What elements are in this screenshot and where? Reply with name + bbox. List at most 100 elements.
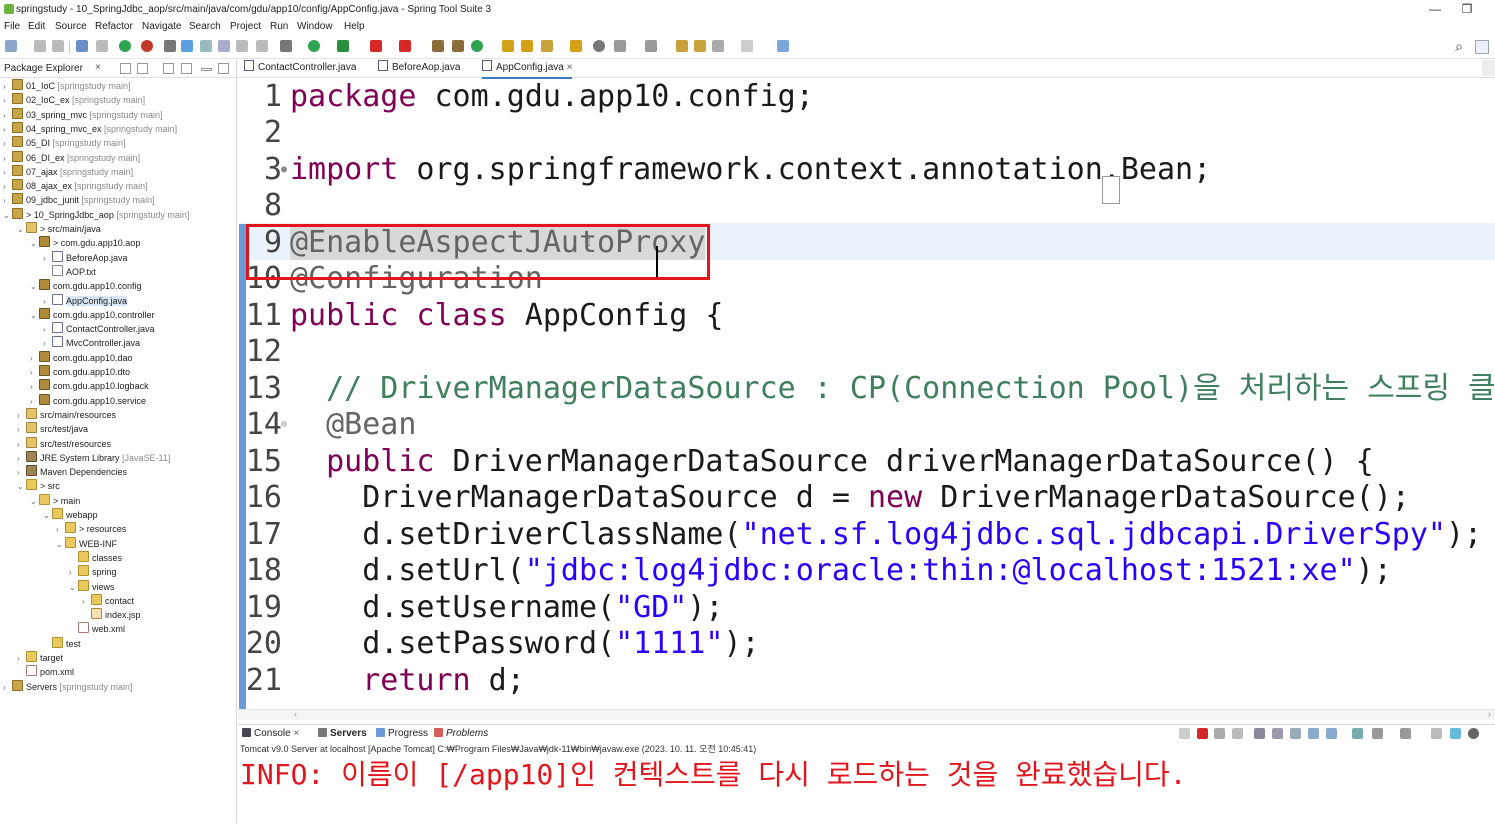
tree-item[interactable]: › com.gdu.app10.dto	[30, 365, 130, 379]
word-wrap-icon[interactable]	[236, 40, 248, 52]
refresh-icon[interactable]	[141, 40, 153, 52]
search-tool-icon[interactable]	[541, 40, 553, 52]
tab-problems[interactable]: Problems	[434, 727, 488, 741]
open-task-icon[interactable]	[521, 40, 533, 52]
chevron-down-icon[interactable]: ⌄	[17, 480, 25, 494]
tree-item[interactable]: ⌄ webapp	[43, 508, 98, 522]
tree-item[interactable]: › ContactController.java	[43, 322, 155, 336]
tree-item[interactable]: ⌄ > com.gdu.app10.aop	[30, 236, 140, 250]
chevron-right-icon[interactable]: ›	[3, 80, 11, 94]
menu-edit[interactable]: Edit	[28, 21, 45, 32]
tree-item[interactable]: index.jsp	[82, 608, 141, 622]
remove-launch-icon[interactable]	[1214, 728, 1225, 739]
spring-console-icon[interactable]	[1450, 728, 1461, 739]
tree-item[interactable]: › 04_spring_mvc_ex [springstudy main]	[3, 121, 177, 136]
collapse-all-icon[interactable]	[120, 63, 131, 74]
menu-search[interactable]: Search	[189, 21, 221, 32]
chevron-right-icon[interactable]: ›	[56, 523, 64, 537]
skip-breakpoints-icon[interactable]	[96, 40, 108, 52]
tab-appconfig[interactable]: AppConfig.java ×	[482, 59, 573, 79]
display-console-icon[interactable]	[1372, 728, 1383, 739]
chevron-down-icon[interactable]: ⌄	[43, 509, 51, 523]
minimize-view-icon[interactable]	[1431, 728, 1442, 739]
chevron-right-icon[interactable]: ›	[3, 152, 11, 166]
next-annotation-icon[interactable]	[614, 40, 626, 52]
chevron-down-icon[interactable]: ⌄	[56, 538, 64, 552]
tree-item[interactable]: test	[43, 636, 81, 651]
pin-icon[interactable]	[164, 40, 176, 52]
chevron-right-icon[interactable]: ›	[3, 166, 11, 180]
link-icon[interactable]	[1179, 728, 1190, 739]
chevron-right-icon[interactable]: ›	[3, 94, 11, 108]
horizontal-scrollbar[interactable]: ‹ ›	[238, 709, 1495, 720]
vertical-scrollbar[interactable]	[1482, 60, 1495, 76]
clear-console-icon[interactable]	[1254, 728, 1265, 739]
back-icon[interactable]	[694, 40, 706, 52]
link-with-editor-icon[interactable]	[137, 63, 148, 74]
tab-console[interactable]: Console ×	[242, 727, 299, 741]
tree-item[interactable]: ⌄ com.gdu.app10.controller	[30, 307, 155, 322]
remove-all-icon[interactable]	[1232, 728, 1243, 739]
tree-item[interactable]: ⌄ > main	[30, 493, 80, 509]
tree-item[interactable]: › 05_DI [springstudy main]	[3, 136, 126, 150]
tree-item[interactable]: › 09_jdbc_junit [springstudy main]	[3, 193, 155, 207]
chevron-right-icon[interactable]: ›	[82, 595, 90, 609]
chevron-right-icon[interactable]: ›	[17, 452, 25, 466]
chevron-down-icon[interactable]: ⌄	[69, 581, 77, 595]
chevron-right-icon[interactable]: ›	[3, 194, 11, 208]
maximize-view-icon[interactable]	[218, 63, 229, 74]
terminal-icon[interactable]	[76, 40, 88, 52]
menu-source[interactable]: Source	[55, 21, 87, 32]
chevron-right-icon[interactable]: ›	[3, 109, 11, 123]
tree-item[interactable]: ⌄ com.gdu.app10.config	[30, 279, 142, 293]
scroll-lock-icon[interactable]	[1272, 728, 1283, 739]
minimize-button[interactable]: —	[1420, 1, 1450, 17]
chevron-down-icon[interactable]: ⌄	[3, 209, 11, 223]
chevron-down-icon[interactable]: ⌄	[30, 280, 38, 294]
tree-item[interactable]: › MvcController.java	[43, 336, 140, 350]
tree-item[interactable]: › 07_ajax [springstudy main]	[3, 164, 133, 180]
close-icon[interactable]: ×	[95, 62, 101, 73]
chevron-right-icon[interactable]: ›	[17, 423, 25, 437]
tree-item[interactable]: › src/test/java	[17, 422, 88, 436]
block-selection-icon[interactable]	[218, 40, 230, 52]
tree-item[interactable]: › BeforeAop.java	[43, 250, 128, 265]
terminate-icon[interactable]	[1197, 728, 1208, 739]
word-wrap-console-icon[interactable]	[1290, 728, 1301, 739]
chevron-right-icon[interactable]: ›	[3, 681, 11, 695]
new-icon[interactable]	[5, 40, 17, 52]
forward-arrow-icon[interactable]	[741, 40, 753, 52]
link-icon[interactable]	[200, 40, 212, 52]
chevron-down-icon[interactable]: ⌄	[30, 495, 38, 509]
tree-item[interactable]: › com.gdu.app10.service	[30, 393, 146, 408]
mark-occurrences-icon[interactable]	[181, 40, 193, 52]
open-perspective-icon[interactable]	[777, 40, 789, 52]
tree-item[interactable]: ⌄ WEB-INF	[56, 536, 117, 552]
chevron-right-icon[interactable]: ›	[43, 323, 51, 337]
prev-annotation-icon[interactable]	[645, 40, 657, 52]
spring-boot-icon[interactable]	[119, 40, 131, 52]
tree-item[interactable]: › Maven Dependencies	[17, 465, 127, 479]
fold-collapse-icon[interactable]: ⊖	[281, 419, 287, 430]
restore-button[interactable]: ❐	[1452, 1, 1482, 17]
chevron-right-icon[interactable]: ›	[43, 337, 51, 351]
chevron-right-icon[interactable]: ›	[3, 180, 11, 194]
menu-window[interactable]: Window	[297, 21, 333, 32]
menu-run[interactable]: Run	[270, 21, 288, 32]
menu-file[interactable]: File	[4, 21, 20, 32]
search-icon[interactable]: ⌕	[1455, 38, 1463, 55]
tree-item[interactable]: classes	[69, 550, 122, 565]
chevron-down-icon[interactable]: ⌄	[30, 237, 38, 251]
pin-console-icon[interactable]	[1352, 728, 1363, 739]
java-ee-perspective-icon[interactable]	[1475, 40, 1489, 54]
show-stdout-icon[interactable]	[1308, 728, 1319, 739]
chevron-right-icon[interactable]: ›	[69, 566, 77, 580]
package-explorer-title[interactable]: Package Explorer	[4, 63, 83, 74]
new-package-icon[interactable]	[452, 40, 464, 52]
fold-expand-icon[interactable]: ●	[281, 164, 287, 175]
tree-item[interactable]: › 06_DI_ex [springstudy main]	[3, 150, 140, 166]
open-console-icon[interactable]	[1400, 728, 1411, 739]
chevron-down-icon[interactable]: ⌄	[17, 223, 25, 237]
run-icon[interactable]	[308, 40, 320, 52]
tree-item[interactable]: › src/main/resources	[17, 407, 116, 422]
